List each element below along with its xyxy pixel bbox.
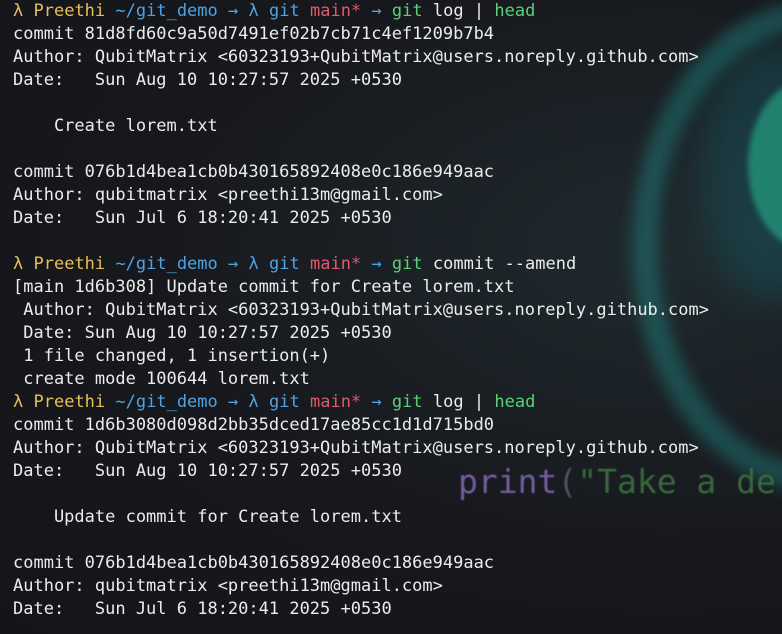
terminal-output[interactable]: λ Preethi ~/git_demo → λ git main* → git… <box>13 0 709 621</box>
output-line: Author: QubitMatrix <60323193+QubitMatri… <box>13 300 709 320</box>
command-name: git <box>391 392 423 412</box>
prompt-git-label: git <box>269 392 300 412</box>
output-line: commit 076b1d4bea1cb0b430165892408e0c186… <box>13 553 495 573</box>
prompt-lambda: λ <box>248 254 259 274</box>
prompt-line: λ Preethi ~/git_demo → λ git main* → git… <box>13 391 709 414</box>
command-name: head <box>494 1 536 21</box>
prompt-lambda: λ <box>248 392 259 412</box>
output-line: Date: Sun Aug 10 10:27:57 2025 +0530 <box>13 323 392 343</box>
prompt-arrow-icon: → <box>371 254 382 274</box>
output-line: create mode 100644 lorem.txt <box>13 369 310 389</box>
prompt-arrow-icon: → <box>371 392 382 412</box>
prompt-git-label: git <box>269 254 300 274</box>
output-line: Date: Sun Jul 6 18:20:41 2025 +0530 <box>13 599 392 619</box>
prompt-path: ~/git_demo <box>115 1 218 21</box>
command-name: head <box>494 392 536 412</box>
output-line: Author: QubitMatrix <60323193+QubitMatri… <box>13 438 699 458</box>
prompt-user: Preethi <box>33 392 106 412</box>
output-line: Date: Sun Aug 10 10:27:57 2025 +0530 <box>13 461 402 481</box>
prompt-user: Preethi <box>33 1 106 21</box>
prompt-lambda: λ <box>13 254 24 274</box>
prompt-line: λ Preethi ~/git_demo → λ git main* → git… <box>13 0 709 23</box>
command-args: log <box>432 392 464 412</box>
prompt-lambda: λ <box>13 392 24 412</box>
output-line: Create lorem.txt <box>13 116 218 136</box>
output-line: Author: qubitmatrix <preethi13m@gmail.co… <box>13 185 443 205</box>
prompt-branch: main* <box>309 254 362 274</box>
prompt-arrow-icon: → <box>228 1 239 21</box>
prompt-arrow-icon: → <box>228 392 239 412</box>
output-line: 1 file changed, 1 insertion(+) <box>13 346 331 366</box>
prompt-path: ~/git_demo <box>115 392 218 412</box>
command-name: git <box>391 1 423 21</box>
command-name: git <box>391 254 423 274</box>
prompt-branch: main* <box>309 1 362 21</box>
prompt-git-label: git <box>269 1 300 21</box>
output-line: Author: QubitMatrix <60323193+QubitMatri… <box>13 47 699 67</box>
output-line: commit 81d8fd60c9a50d7491ef02b7cb71c4ef1… <box>13 24 495 44</box>
output-line: commit 076b1d4bea1cb0b430165892408e0c186… <box>13 162 495 182</box>
prompt-path: ~/git_demo <box>115 254 218 274</box>
prompt-user: Preethi <box>33 254 106 274</box>
prompt-lambda: λ <box>13 1 24 21</box>
output-line: Author: qubitmatrix <preethi13m@gmail.co… <box>13 576 443 596</box>
output-line: commit 1d6b3080d098d2bb35dced17ae85cc1d1… <box>13 415 495 435</box>
command-args: commit --amend <box>432 254 577 274</box>
command-pipe: | <box>473 1 485 21</box>
prompt-branch: main* <box>309 392 362 412</box>
prompt-arrow-icon: → <box>228 254 239 274</box>
prompt-line: λ Preethi ~/git_demo → λ git main* → git… <box>13 253 709 276</box>
output-line: Date: Sun Jul 6 18:20:41 2025 +0530 <box>13 208 392 228</box>
command-pipe: | <box>473 392 485 412</box>
prompt-arrow-icon: → <box>371 1 382 21</box>
output-line: [main 1d6b308] Update commit for Create … <box>13 277 515 297</box>
command-args: log <box>432 1 464 21</box>
prompt-lambda: λ <box>248 1 259 21</box>
output-line: Date: Sun Aug 10 10:27:57 2025 +0530 <box>13 70 402 90</box>
output-line: Update commit for Create lorem.txt <box>13 507 402 527</box>
